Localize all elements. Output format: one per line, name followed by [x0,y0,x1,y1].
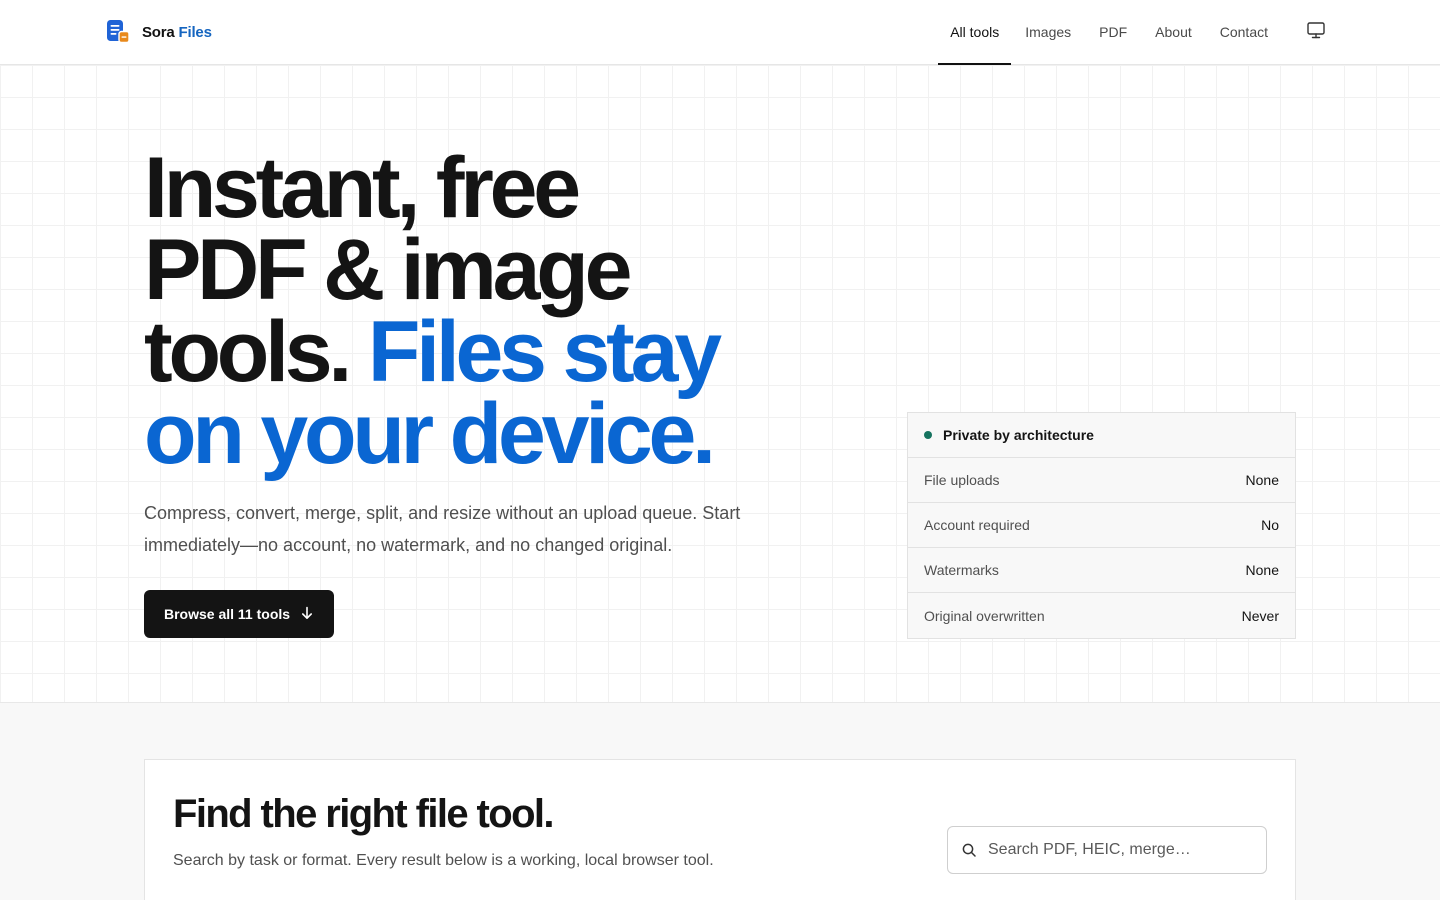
status-dot-icon [924,431,932,439]
arrow-down-icon [300,606,314,623]
privacy-row-account-required: Account required No [908,503,1295,548]
privacy-row-label: Account required [924,517,1030,533]
search-icon [948,843,988,857]
tools-section: Find the right file tool. Search by task… [0,703,1440,900]
headline-highlight-2: on your device. [144,386,716,482]
privacy-row-file-uploads: File uploads None [908,458,1295,503]
hero-section: Instant, free PDF & image tools. Files s… [0,65,1440,703]
tool-finder-card: Find the right file tool. Search by task… [144,759,1296,900]
privacy-title: Private by architecture [943,427,1094,443]
privacy-card: Private by architecture File uploads Non… [907,412,1296,639]
privacy-row-value: No [1261,517,1279,533]
privacy-row-value: None [1245,472,1279,488]
privacy-row-label: Watermarks [924,562,999,578]
privacy-row-label: File uploads [924,472,1000,488]
tools-title: Find the right file tool. [173,792,555,836]
tools-subtitle: Search by task or format. Every result b… [173,852,714,869]
hero-headline: Instant, free PDF & image tools. Files s… [144,145,864,477]
privacy-row-original-overwritten: Original overwritten Never [908,593,1295,638]
privacy-row-watermarks: Watermarks None [908,548,1295,593]
tool-search-input[interactable] [988,827,1266,873]
monitor-icon [1307,22,1325,42]
hero-description: Compress, convert, merge, split, and res… [144,503,741,555]
site-header: Sora Files All tools Images PDF About Co… [0,0,1440,65]
privacy-row-value: Never [1241,607,1279,624]
privacy-card-header: Private by architecture [908,413,1295,458]
tool-search-box[interactable] [947,826,1267,874]
nav-all-tools[interactable]: All tools [938,0,1012,65]
nav-contact[interactable]: Contact [1206,0,1282,64]
privacy-row-label: Original overwritten [924,607,1045,624]
file-stack-icon [106,19,130,45]
nav-images[interactable]: Images [1011,0,1085,64]
browse-tools-button[interactable]: Browse all 11 tools [144,590,335,638]
browse-tools-label: Browse all 11 tools [164,606,291,622]
brand-link[interactable]: Sora Files [106,19,212,45]
main-nav: All tools Images PDF About Contact [938,0,1282,65]
brand-name: Sora Files [142,23,212,41]
nav-pdf[interactable]: PDF [1085,0,1141,64]
theme-toggle-button[interactable] [1303,19,1329,45]
privacy-row-value: None [1245,562,1279,578]
nav-about[interactable]: About [1141,0,1206,64]
